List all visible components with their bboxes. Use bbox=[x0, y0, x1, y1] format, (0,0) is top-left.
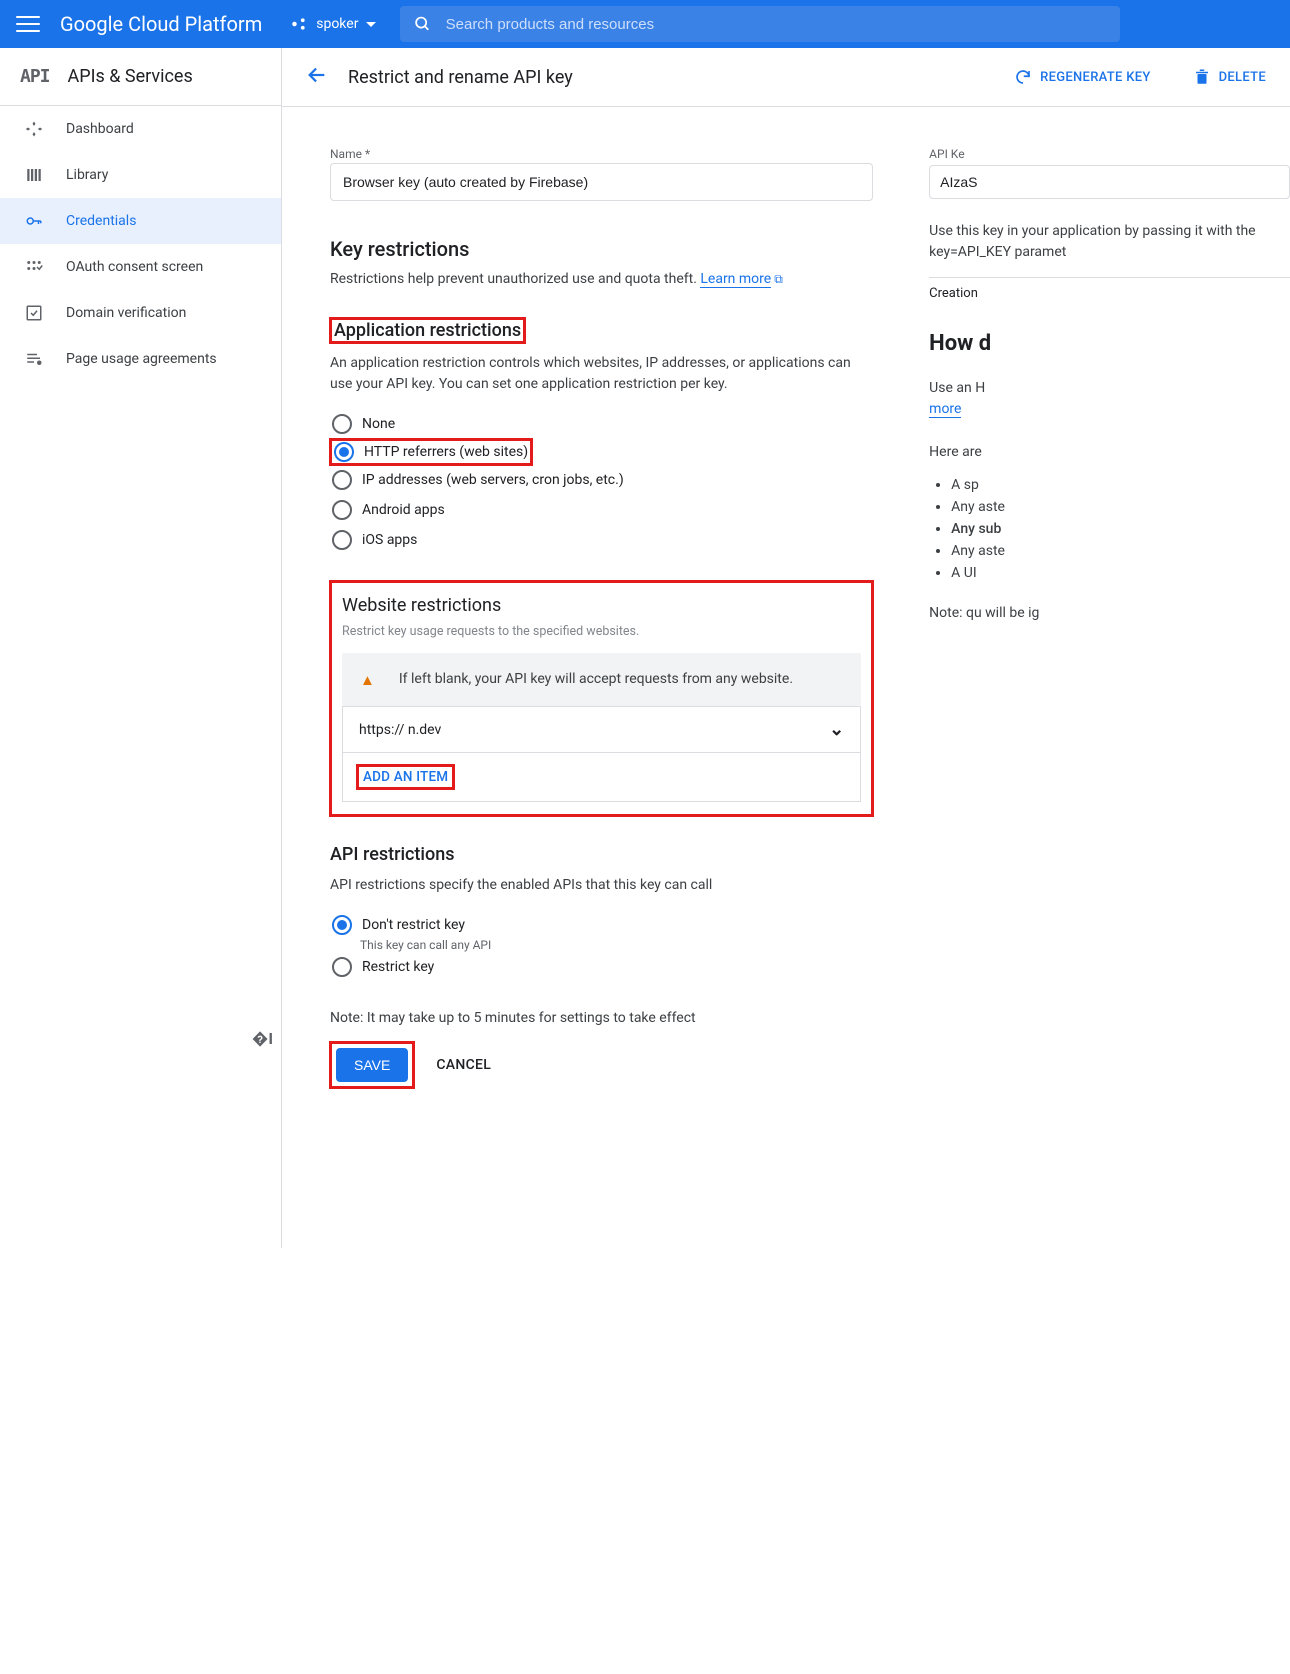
sidebar-section-title: APIs & Services bbox=[68, 66, 193, 87]
sidebar-item-label: Library bbox=[66, 167, 108, 183]
app-restrictions-desc: An application restriction controls whic… bbox=[330, 353, 873, 395]
collapse-sidebar-icon[interactable]: �I bbox=[252, 1029, 273, 1048]
sidebar-item-credentials[interactable]: Credentials bbox=[0, 198, 281, 244]
external-link-icon: ⧉ bbox=[774, 272, 783, 286]
project-selector[interactable]: spoker bbox=[290, 15, 376, 33]
back-arrow-icon[interactable] bbox=[306, 64, 328, 90]
side-info-panel: API Ke AIzaS Use this key in your applic… bbox=[921, 147, 1290, 1088]
brand-label: Google Cloud Platform bbox=[60, 12, 262, 36]
delete-button[interactable]: DELETE bbox=[1193, 68, 1266, 86]
more-link[interactable]: more bbox=[929, 401, 961, 418]
search-input[interactable] bbox=[446, 16, 1107, 33]
website-restrictions-heading: Website restrictions bbox=[342, 595, 861, 616]
check-square-icon bbox=[24, 303, 44, 323]
refresh-icon bbox=[1014, 68, 1032, 86]
cancel-button[interactable]: CANCEL bbox=[436, 1057, 491, 1073]
api-restrictions-heading: API restrictions bbox=[330, 844, 873, 865]
how-heading: How d bbox=[929, 331, 1290, 356]
key-icon bbox=[24, 211, 44, 231]
creation-label: Creation bbox=[929, 277, 1290, 301]
trash-icon bbox=[1193, 68, 1211, 86]
radio-dont-restrict-sub: This key can call any API bbox=[360, 938, 873, 952]
api-restrictions-desc: API restrictions specify the enabled API… bbox=[330, 875, 873, 896]
sidebar-item-library[interactable]: Library bbox=[0, 152, 281, 198]
settings-delay-note: Note: It may take up to 5 minutes for se… bbox=[330, 1010, 873, 1026]
project-name: spoker bbox=[316, 16, 358, 32]
app-restrictions-heading: Application restrictions bbox=[330, 318, 525, 343]
radio-none[interactable]: None bbox=[330, 409, 873, 439]
website-restrictions-panel: Website restrictions Restrict key usage … bbox=[330, 581, 873, 816]
warning-text: If left blank, your API key will accept … bbox=[399, 669, 793, 690]
api-key-label: API Ke bbox=[929, 147, 1290, 161]
agreements-icon bbox=[24, 349, 44, 369]
sidebar-item-domain[interactable]: Domain verification bbox=[0, 290, 281, 336]
name-field-label: Name * bbox=[330, 147, 873, 161]
sidebar-item-label: Page usage agreements bbox=[66, 351, 217, 367]
tips-list: A sp Any aste Any sub Any aste A UI bbox=[951, 477, 1290, 581]
website-restrictions-hint: Restrict key usage requests to the speci… bbox=[342, 624, 861, 639]
api-logo: API bbox=[20, 66, 50, 87]
consent-icon bbox=[24, 257, 44, 277]
save-button[interactable]: SAVE bbox=[336, 1048, 408, 1082]
sidebar-item-label: OAuth consent screen bbox=[66, 259, 203, 275]
api-key-usage-desc: Use this key in your application by pass… bbox=[929, 221, 1290, 263]
menu-icon[interactable] bbox=[16, 12, 40, 36]
page-title: Restrict and rename API key bbox=[348, 67, 573, 88]
learn-more-link[interactable]: Learn more bbox=[700, 271, 771, 288]
sidebar-item-usage[interactable]: Page usage agreements bbox=[0, 336, 281, 382]
name-input[interactable] bbox=[330, 163, 873, 201]
add-item-button[interactable]: ADD AN ITEM bbox=[357, 765, 454, 789]
app-restrictions-radio-group: None HTTP referrers (web sites) IP addre… bbox=[330, 409, 873, 555]
sidebar-item-label: Credentials bbox=[66, 213, 136, 229]
search-icon bbox=[414, 15, 431, 33]
sidebar-item-label: Dashboard bbox=[66, 121, 134, 137]
note-footer: Note: qu will be ig bbox=[929, 603, 1290, 624]
radio-ios-apps[interactable]: iOS apps bbox=[330, 525, 873, 555]
radio-restrict-key[interactable]: Restrict key bbox=[330, 952, 873, 982]
radio-http-referrers[interactable]: HTTP referrers (web sites) bbox=[330, 439, 532, 465]
chevron-down-icon: ⌄ bbox=[829, 719, 844, 740]
sidebar-item-oauth[interactable]: OAuth consent screen bbox=[0, 244, 281, 290]
here-are-label: Here are bbox=[929, 442, 1290, 463]
regenerate-key-button[interactable]: REGENERATE KEY bbox=[1014, 68, 1151, 86]
project-icon bbox=[290, 15, 308, 33]
sidebar-item-dashboard[interactable]: Dashboard bbox=[0, 106, 281, 152]
radio-dont-restrict[interactable]: Don't restrict key bbox=[330, 910, 873, 940]
warning-banner: ▲ If left blank, your API key will accep… bbox=[342, 653, 861, 706]
library-icon bbox=[24, 165, 44, 185]
api-key-value[interactable]: AIzaS bbox=[929, 165, 1290, 199]
chevron-down-icon bbox=[366, 22, 376, 27]
sidebar: API APIs & Services Dashboard Library Cr… bbox=[0, 48, 282, 1248]
key-restrictions-desc: Restrictions help prevent unauthorized u… bbox=[330, 269, 873, 290]
key-restrictions-heading: Key restrictions bbox=[330, 237, 873, 261]
dashboard-icon bbox=[24, 119, 44, 139]
radio-ip-addresses[interactable]: IP addresses (web servers, cron jobs, et… bbox=[330, 465, 873, 495]
radio-android-apps[interactable]: Android apps bbox=[330, 495, 873, 525]
warning-icon: ▲ bbox=[360, 671, 375, 689]
referrer-entry-value: https:// n.dev bbox=[359, 722, 441, 738]
sidebar-item-label: Domain verification bbox=[66, 305, 186, 321]
referrer-entry-row[interactable]: https:// n.dev ⌄ bbox=[343, 706, 860, 752]
search-bar[interactable] bbox=[400, 6, 1120, 42]
